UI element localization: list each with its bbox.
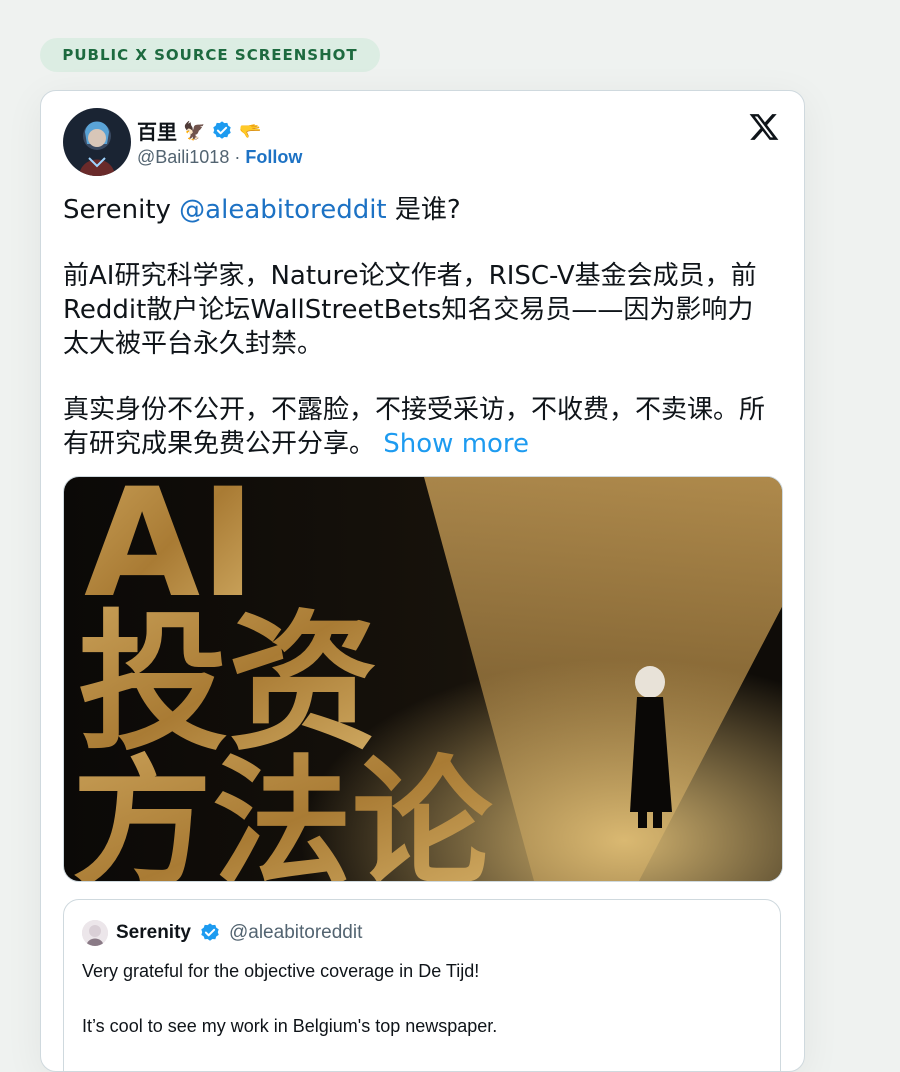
verified-badge-icon <box>213 120 232 139</box>
quoted-author-row: Serenity @aleabitoreddit <box>82 920 362 946</box>
author-handle[interactable]: @Baili1018 <box>137 147 229 167</box>
quoted-line-1: Very grateful for the objective coverage… <box>82 961 480 981</box>
quoted-tweet[interactable]: Serenity @aleabitoreddit Very grateful f… <box>63 899 781 1071</box>
author-name[interactable]: 百里 <box>137 116 177 145</box>
follow-button[interactable]: Follow <box>245 147 302 167</box>
quoted-author-avatar[interactable] <box>82 920 108 946</box>
source-badge-label: PUBLIC X SOURCE SCREENSHOT <box>62 46 358 64</box>
source-badge: PUBLIC X SOURCE SCREENSHOT <box>40 38 380 72</box>
quoted-line-2: It’s cool to see my work in Belgium's to… <box>82 1016 498 1036</box>
tweet-card: 百里 🦅 🫳 @Baili1018 · Follow Serenity @ale… <box>40 90 805 1072</box>
author-avatar[interactable] <box>63 108 131 176</box>
eagle-icon: 🦅 <box>183 120 206 141</box>
hand-icon: 🫳 <box>239 120 262 141</box>
x-logo-icon[interactable] <box>748 111 780 143</box>
verified-badge-icon <box>201 923 219 941</box>
separator-dot: · <box>234 147 241 167</box>
author-name-row: 百里 🦅 🫳 <box>137 116 262 145</box>
quoted-tweet-body: Very grateful for the objective coverage… <box>82 958 762 1040</box>
media-title-line-3: 方法论 <box>72 743 493 881</box>
show-more-link[interactable]: Show more <box>383 429 529 459</box>
tweet-paragraph-1: Serenity @aleabitoreddit 是谁? <box>63 195 461 225</box>
tweet-paragraph-3: 真实身份不公开，不露脸，不接受采访，不收费，不卖课。所有研究成果免费公开分享。 … <box>63 395 766 459</box>
tweet-paragraph-2: 前AI研究科学家，Nature论文作者，RISC-V基金会成员，前Reddit散… <box>63 261 757 359</box>
tweet-media-image[interactable]: AI 投资 方法论 <box>63 476 783 882</box>
mention-link[interactable]: @aleabitoreddit <box>179 195 386 225</box>
tweet-body: Serenity @aleabitoreddit 是谁? 前AI研究科学家，Na… <box>63 193 773 461</box>
quoted-author-handle[interactable]: @aleabitoreddit <box>229 922 362 944</box>
quoted-author-name[interactable]: Serenity <box>116 922 191 944</box>
author-handle-row: @Baili1018 · Follow <box>137 147 302 168</box>
